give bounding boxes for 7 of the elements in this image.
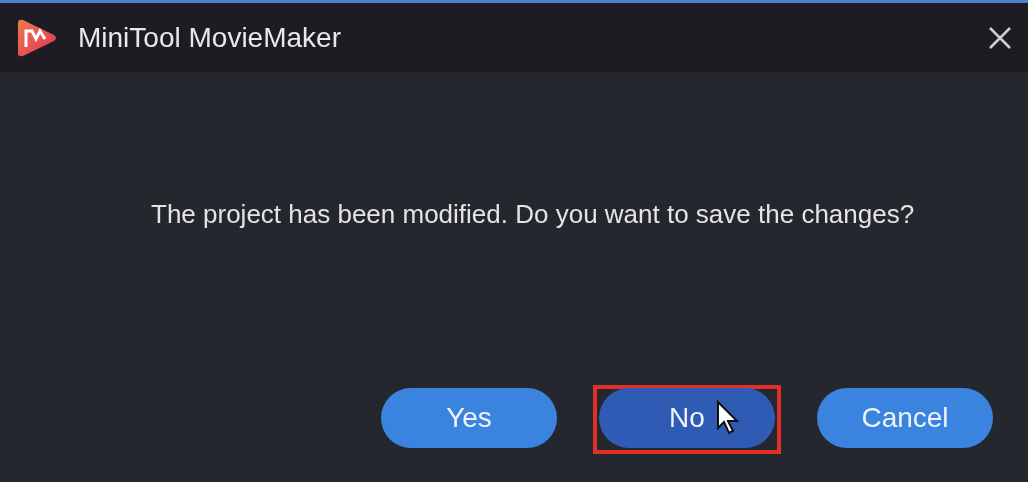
message-text: The project has been modified. Do you want to save the changes?	[151, 198, 916, 231]
dialog-button[interactable]: Cancel	[817, 388, 993, 448]
close-icon[interactable]	[988, 25, 1012, 50]
window-title: MiniTool MovieMaker	[78, 20, 341, 55]
dialog-button[interactable]: No	[599, 388, 775, 448]
dialog-button[interactable]: Yes	[381, 388, 557, 448]
cursor-icon	[716, 400, 740, 436]
